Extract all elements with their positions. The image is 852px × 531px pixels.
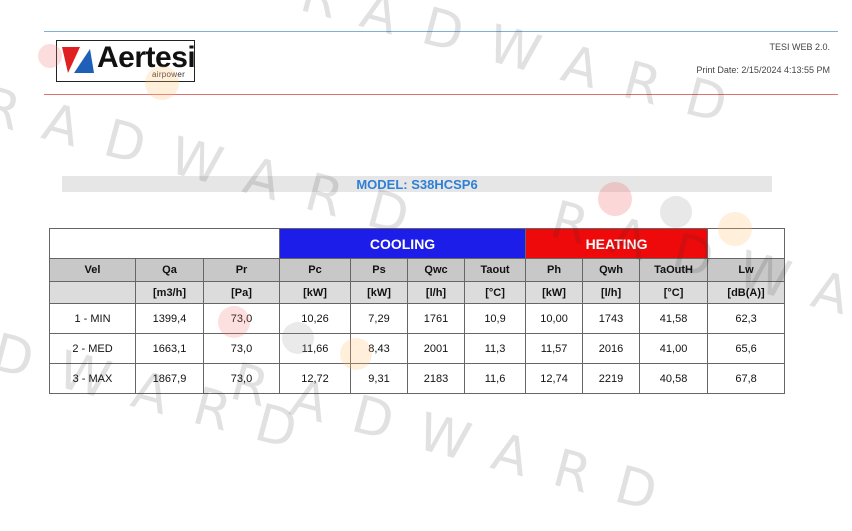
column-header: Ph xyxy=(525,258,584,282)
unit-row: [m3/h] [Pa] [kW] [kW] [l/h] [°C] [kW] [l… xyxy=(49,281,786,304)
table-cell: 2183 xyxy=(407,363,466,394)
table-cell: 40,58 xyxy=(639,363,709,394)
table-cell: 7,29 xyxy=(350,303,409,334)
unit-cell xyxy=(49,281,136,304)
unit-cell: [Pa] xyxy=(202,281,281,304)
unit-cell: [°C] xyxy=(639,281,709,304)
table-cell: 11,3 xyxy=(464,333,527,364)
unit-cell: [dB(A)] xyxy=(707,281,786,304)
app-name: TESI WEB 2.0. xyxy=(769,42,830,52)
column-header: Qwc xyxy=(407,258,466,282)
unit-cell: [kW] xyxy=(525,281,584,304)
table-cell: 1 - MIN xyxy=(49,303,136,334)
table-cell: 2016 xyxy=(582,333,641,364)
table-cell: 9,31 xyxy=(350,363,409,394)
performance-table: COOLING HEATING Vel Qa Pr Pc Ps Qwc Taou… xyxy=(48,228,786,394)
table-cell: 10,26 xyxy=(279,303,352,334)
column-header: Vel xyxy=(49,258,136,282)
group-blank-cell xyxy=(707,228,786,259)
table-cell: 8,43 xyxy=(350,333,409,364)
column-header: Qwh xyxy=(582,258,641,282)
group-header-row: COOLING HEATING xyxy=(48,228,786,259)
column-header-row: Vel Qa Pr Pc Ps Qwc Taout Ph Qwh TaOutH … xyxy=(49,258,786,282)
header-top-rule xyxy=(44,31,838,32)
watermark-text: RADWARD xyxy=(294,0,761,143)
unit-cell: [l/h] xyxy=(407,281,466,304)
table-cell: 1663,1 xyxy=(135,333,204,364)
table-cell: 10,9 xyxy=(464,303,527,334)
unit-cell: [kW] xyxy=(350,281,409,304)
column-header: Qa xyxy=(135,258,204,282)
model-label: MODEL: S38HCSP6 xyxy=(356,177,478,192)
unit-cell: [l/h] xyxy=(582,281,641,304)
table-cell: 62,3 xyxy=(707,303,786,334)
table-cell: 2001 xyxy=(407,333,466,364)
group-blank-cell xyxy=(48,228,281,259)
table-row: 3 - MAX 1867,9 73,0 12,72 9,31 2183 11,6… xyxy=(49,363,786,394)
column-header: Ps xyxy=(350,258,409,282)
table-cell: 11,6 xyxy=(464,363,527,394)
table-row: 2 - MED 1663,1 73,0 11,66 8,43 2001 11,3… xyxy=(49,333,786,364)
table-cell: 65,6 xyxy=(707,333,786,364)
table-cell: 11,57 xyxy=(525,333,584,364)
table-row: 1 - MIN 1399,4 73,0 10,26 7,29 1761 10,9… xyxy=(49,303,786,334)
table-cell: 12,74 xyxy=(525,363,584,394)
column-header: Taout xyxy=(464,258,527,282)
logo-mark-icon xyxy=(62,47,94,73)
column-header: Lw xyxy=(707,258,786,282)
table-cell: 41,58 xyxy=(639,303,709,334)
group-heating: HEATING xyxy=(525,228,709,259)
table-cell: 3 - MAX xyxy=(49,363,136,394)
column-header: Pc xyxy=(279,258,352,282)
group-cooling: COOLING xyxy=(279,228,527,259)
table-cell: 67,8 xyxy=(707,363,786,394)
unit-cell: [kW] xyxy=(279,281,352,304)
table-cell: 12,72 xyxy=(279,363,352,394)
table-cell: 1743 xyxy=(582,303,641,334)
column-header: Pr xyxy=(202,258,281,282)
print-date: Print Date: 2/15/2024 4:13:55 PM xyxy=(696,65,830,75)
column-header: TaOutH xyxy=(639,258,709,282)
unit-cell: [m3/h] xyxy=(135,281,204,304)
table-cell: 2219 xyxy=(582,363,641,394)
table-cell: 73,0 xyxy=(202,303,281,334)
watermark-dot xyxy=(660,196,692,228)
model-bar: MODEL: S38HCSP6 xyxy=(62,176,772,192)
logo-subtext: airpower xyxy=(152,70,186,79)
table-cell: 1399,4 xyxy=(135,303,204,334)
table-cell: 11,66 xyxy=(279,333,352,364)
table-cell: 1867,9 xyxy=(135,363,204,394)
table-cell: 1761 xyxy=(407,303,466,334)
header-bottom-rule xyxy=(44,94,838,95)
table-cell: 2 - MED xyxy=(49,333,136,364)
company-logo: Aertesi airpower xyxy=(56,40,196,82)
table-cell: 73,0 xyxy=(202,363,281,394)
table-cell: 73,0 xyxy=(202,333,281,364)
table-cell: 41,00 xyxy=(639,333,709,364)
table-cell: 10,00 xyxy=(525,303,584,334)
unit-cell: [°C] xyxy=(464,281,527,304)
